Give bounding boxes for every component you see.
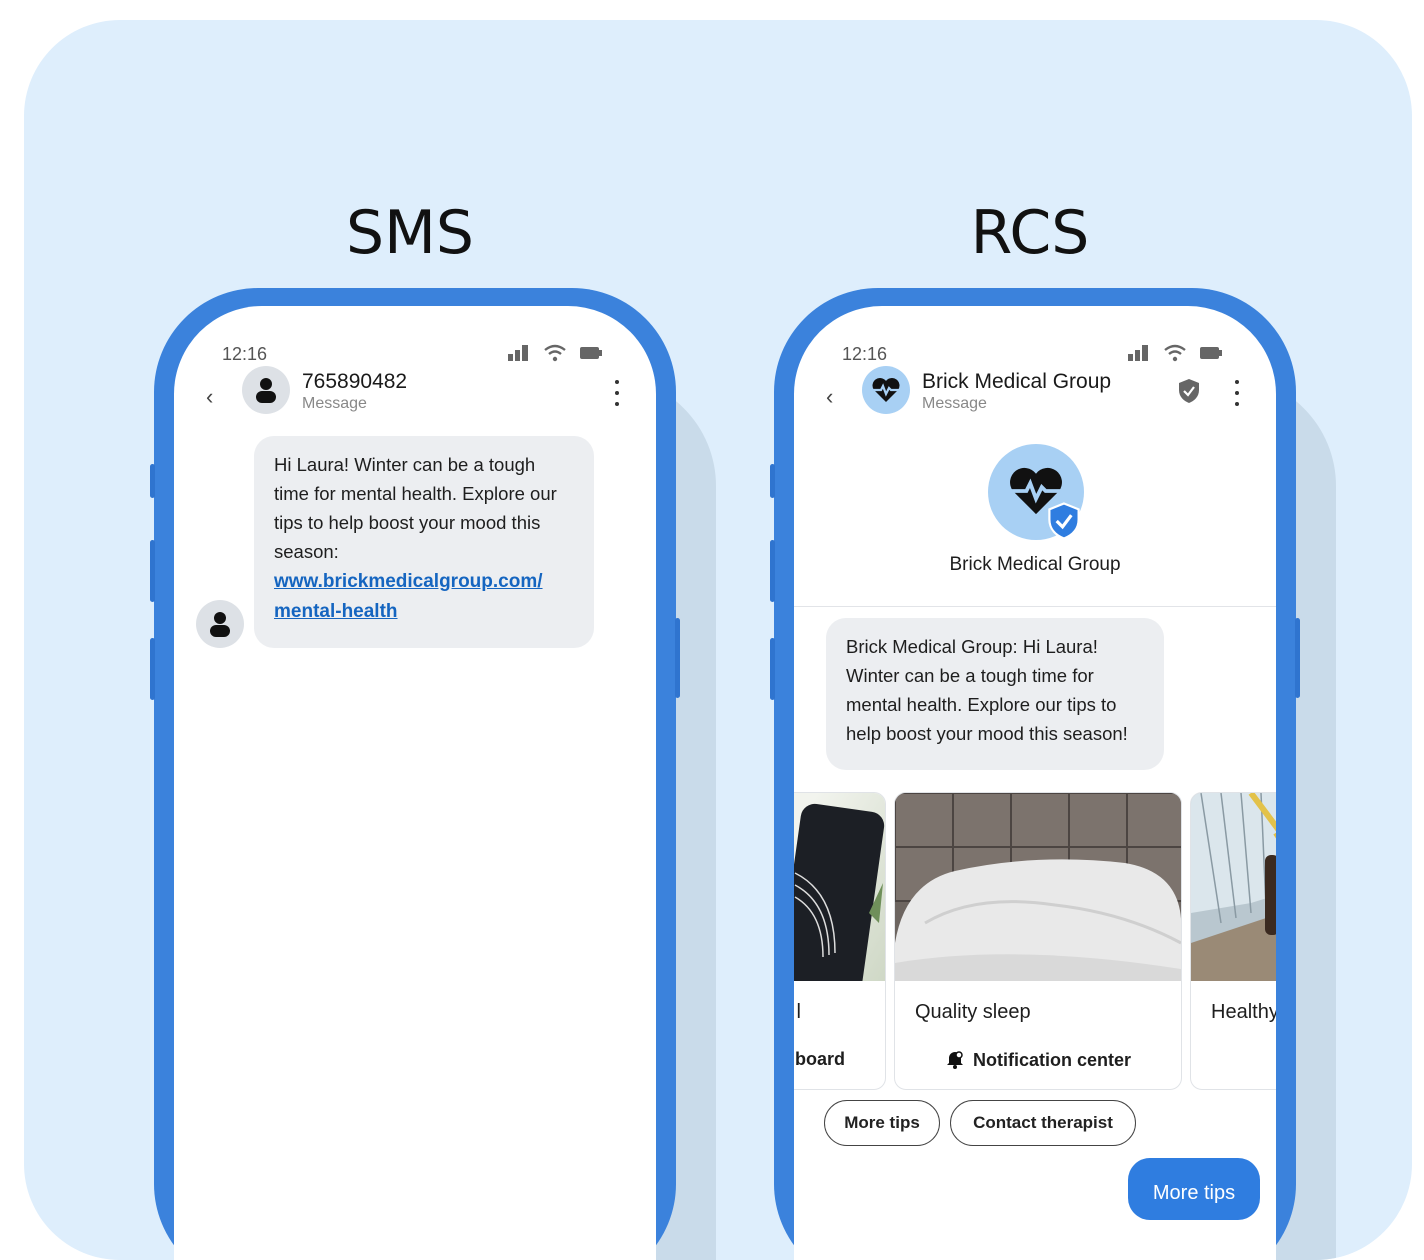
phone-device-image bbox=[794, 803, 885, 1011]
heart-pulse-icon bbox=[872, 378, 900, 402]
back-chevron-icon[interactable]: ‹ bbox=[826, 384, 833, 410]
side-button bbox=[675, 618, 680, 698]
side-button bbox=[770, 540, 775, 602]
card-image bbox=[794, 793, 885, 1011]
pillow-bed-image bbox=[895, 793, 1181, 981]
comparison-panel: SMS RCS 12:16 ‹ 765890482 Message Hi Lau… bbox=[24, 20, 1412, 1260]
card-title: l bbox=[796, 1001, 801, 1023]
wifi-icon bbox=[1164, 344, 1186, 362]
rcs-message-bubble: Brick Medical Group: Hi Laura! Winter ca… bbox=[826, 618, 1164, 770]
contact-subtitle: Message bbox=[302, 395, 367, 412]
carousel-card[interactable]: l board bbox=[794, 792, 886, 1090]
card-action[interactable]: board bbox=[795, 1049, 845, 1070]
sms-phone: 12:16 ‹ 765890482 Message Hi Laura! Wint… bbox=[150, 288, 680, 1260]
side-button bbox=[770, 638, 775, 700]
status-icons bbox=[508, 344, 602, 362]
sms-message-bubble: Hi Laura! Winter can be a tough time for… bbox=[254, 436, 594, 648]
sms-link-line2[interactable]: mental-health bbox=[274, 601, 398, 622]
side-button bbox=[770, 464, 775, 498]
card-action-label: Notification center bbox=[972, 1050, 1132, 1070]
status-time: 12:16 bbox=[222, 344, 268, 364]
card-title: Healthy bbox=[1211, 1001, 1276, 1023]
rcs-message-text: Brick Medical Group: Hi Laura! Winter ca… bbox=[846, 636, 1128, 744]
verified-shield-icon[interactable] bbox=[1178, 378, 1200, 404]
side-button bbox=[150, 540, 155, 602]
chip-more-tips[interactable]: More tips bbox=[824, 1100, 940, 1146]
side-button bbox=[150, 638, 155, 700]
carousel-card[interactable]: Quality sleep Notification center bbox=[894, 792, 1182, 1090]
side-button bbox=[1295, 618, 1300, 698]
contact-avatar[interactable] bbox=[242, 366, 290, 414]
battery-icon bbox=[580, 347, 602, 359]
brand-avatar[interactable] bbox=[862, 366, 910, 414]
chip-contact-therapist[interactable]: Contact therapist bbox=[950, 1100, 1136, 1146]
sms-heading: SMS bbox=[346, 198, 474, 268]
side-button bbox=[150, 464, 155, 498]
signal-icon bbox=[1128, 345, 1148, 361]
brand-profile-name: Brick Medical Group bbox=[949, 554, 1121, 575]
notification-bell-icon bbox=[946, 1051, 963, 1069]
sms-link-line1[interactable]: www.brickmedicalgroup.com/ bbox=[274, 571, 543, 592]
rcs-phone: 12:16 ‹ Brick Medical Group Message Bric… bbox=[770, 288, 1300, 1260]
sent-message-bubble: More tips bbox=[1128, 1158, 1260, 1220]
status-time: 12:16 bbox=[842, 344, 888, 364]
card-image bbox=[1191, 793, 1276, 981]
person-icon bbox=[210, 612, 230, 637]
brand-profile-logo bbox=[988, 444, 1084, 540]
card-title: Quality sleep bbox=[915, 1001, 1031, 1023]
walkway-runner-image bbox=[1191, 793, 1276, 981]
sms-message-text: Hi Laura! Winter can be a tough time for… bbox=[274, 454, 557, 562]
sender-avatar bbox=[196, 600, 244, 648]
card-action-notification-center[interactable]: Notification center bbox=[895, 1049, 1181, 1071]
signal-icon bbox=[508, 345, 528, 361]
wifi-icon bbox=[544, 344, 566, 362]
more-options-icon[interactable] bbox=[1234, 380, 1240, 406]
card-image bbox=[895, 793, 1181, 981]
person-icon bbox=[256, 378, 276, 403]
battery-icon bbox=[1200, 347, 1222, 359]
status-icons bbox=[1128, 344, 1222, 362]
rcs-heading: RCS bbox=[970, 198, 1090, 268]
brand-subtitle: Message bbox=[922, 395, 987, 412]
verified-badge-icon bbox=[1048, 502, 1080, 540]
brand-name: Brick Medical Group bbox=[922, 370, 1112, 393]
carousel-card[interactable]: Healthy ( bbox=[1190, 792, 1276, 1090]
divider bbox=[794, 606, 1276, 607]
back-chevron-icon[interactable]: ‹ bbox=[206, 384, 213, 410]
rcs-screen: 12:16 ‹ Brick Medical Group Message Bric… bbox=[794, 306, 1276, 1260]
sms-screen: 12:16 ‹ 765890482 Message Hi Laura! Wint… bbox=[174, 306, 656, 1260]
more-options-icon[interactable] bbox=[614, 380, 620, 406]
contact-number: 765890482 bbox=[302, 370, 408, 393]
